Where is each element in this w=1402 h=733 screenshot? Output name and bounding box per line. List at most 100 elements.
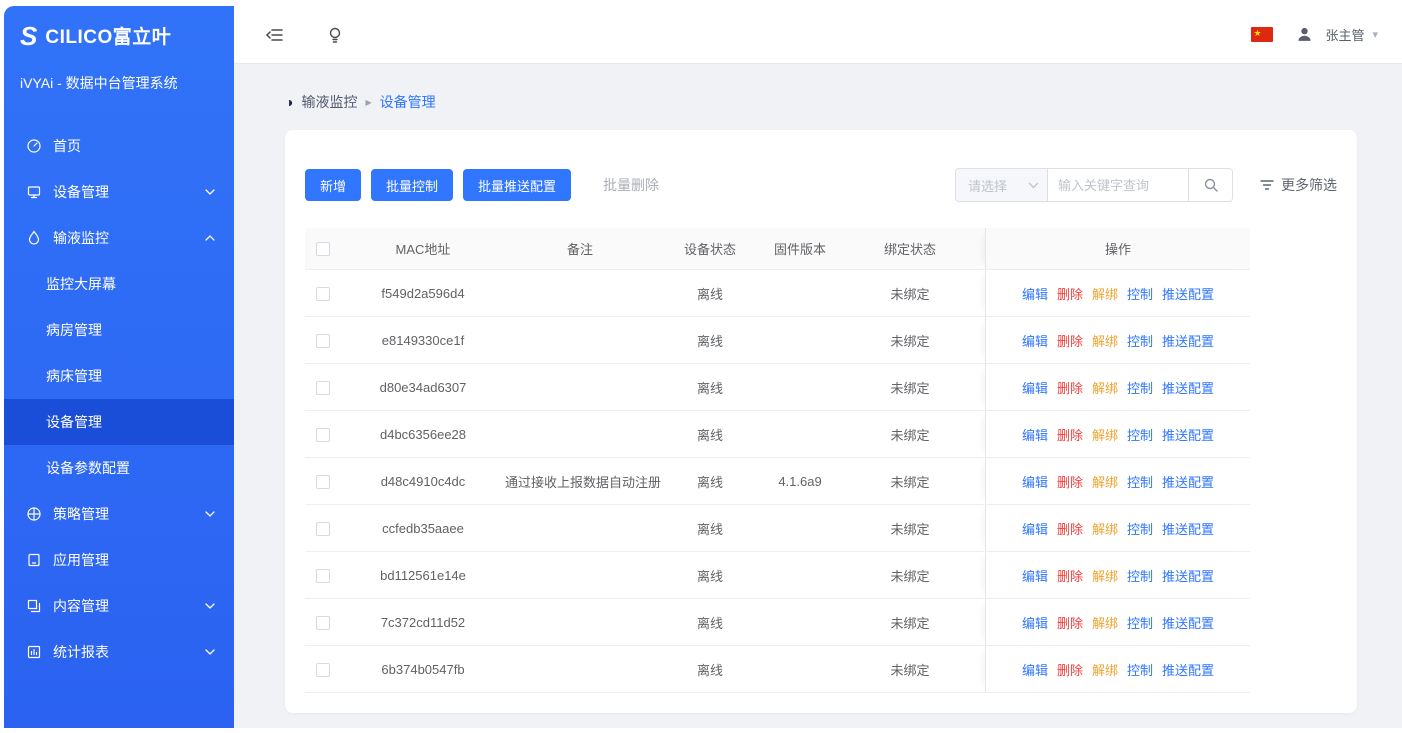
mac-cell: d4bc6356ee28 (341, 427, 505, 442)
collapse-sidebar-button[interactable] (262, 22, 288, 48)
push-config-link[interactable]: 推送配置 (1162, 566, 1214, 585)
edit-link[interactable]: 编辑 (1022, 284, 1048, 303)
sidebar-item-infusion-monitor[interactable]: 输液监控 (4, 215, 234, 261)
sidebar-item-content-management[interactable]: 内容管理 (4, 583, 234, 629)
row-actions: 编辑 删除 解绑 控制 推送配置 (985, 505, 1250, 551)
search-button[interactable] (1188, 169, 1232, 201)
push-config-link[interactable]: 推送配置 (1162, 613, 1214, 632)
bind-status-cell: 未绑定 (835, 566, 985, 585)
push-config-link[interactable]: 推送配置 (1162, 284, 1214, 303)
sidebar-subitem-device-param-config[interactable]: 设备参数配置 (4, 445, 234, 491)
delete-link[interactable]: 删除 (1057, 331, 1083, 350)
delete-link[interactable]: 删除 (1057, 425, 1083, 444)
control-link[interactable]: 控制 (1127, 472, 1153, 491)
col-header-operations: 操作 (985, 228, 1250, 269)
control-link[interactable]: 控制 (1127, 331, 1153, 350)
more-filters-label: 更多筛选 (1281, 175, 1337, 195)
delete-link[interactable]: 删除 (1057, 566, 1083, 585)
row-checkbox[interactable] (316, 381, 330, 395)
control-link[interactable]: 控制 (1127, 378, 1153, 397)
sidebar-item-label: 设备管理 (53, 182, 109, 202)
unbind-link[interactable]: 解绑 (1092, 519, 1118, 538)
push-config-link[interactable]: 推送配置 (1162, 425, 1214, 444)
filter-field-select[interactable]: 请选择 (956, 169, 1048, 201)
edit-link[interactable]: 编辑 (1022, 519, 1048, 538)
unbind-link[interactable]: 解绑 (1092, 331, 1118, 350)
mac-cell: d80e34ad6307 (341, 380, 505, 395)
sidebar-item-label: 病房管理 (46, 320, 102, 340)
edit-link[interactable]: 编辑 (1022, 331, 1048, 350)
keyword-search-input[interactable] (1048, 169, 1188, 201)
push-config-link[interactable]: 推送配置 (1162, 519, 1214, 538)
batch-control-button[interactable]: 批量控制 (371, 169, 453, 201)
unbind-link[interactable]: 解绑 (1092, 566, 1118, 585)
push-config-link[interactable]: 推送配置 (1162, 331, 1214, 350)
edit-link[interactable]: 编辑 (1022, 660, 1048, 679)
report-chart-icon (26, 644, 42, 660)
add-button[interactable]: 新增 (305, 169, 361, 201)
delete-link[interactable]: 删除 (1057, 284, 1083, 303)
row-checkbox[interactable] (316, 475, 330, 489)
unbind-link[interactable]: 解绑 (1092, 284, 1118, 303)
mac-cell: f549d2a596d4 (341, 286, 505, 301)
push-config-link[interactable]: 推送配置 (1162, 660, 1214, 679)
main-area: ★ 张主管 ▾ ◑ 输液监控 ▶ 设备管理 新增 批量控制 (234, 6, 1402, 728)
table-row: 7c372cd11d52 离线 未绑定 编辑 删除 解绑 控制 (305, 599, 1250, 646)
row-checkbox[interactable] (316, 616, 330, 630)
sidebar-subitem-ward-management[interactable]: 病房管理 (4, 307, 234, 353)
sidebar-item-label: 内容管理 (53, 596, 109, 616)
row-actions: 编辑 删除 解绑 控制 推送配置 (985, 317, 1250, 363)
push-config-link[interactable]: 推送配置 (1162, 378, 1214, 397)
control-link[interactable]: 控制 (1127, 425, 1153, 444)
unbind-link[interactable]: 解绑 (1092, 472, 1118, 491)
select-chevron-icon (1028, 182, 1039, 189)
delete-link[interactable]: 删除 (1057, 472, 1083, 491)
sidebar-subitem-device-management[interactable]: 设备管理 (4, 399, 234, 445)
control-link[interactable]: 控制 (1127, 660, 1153, 679)
control-link[interactable]: 控制 (1127, 613, 1153, 632)
sidebar-subitem-monitor-screen[interactable]: 监控大屏幕 (4, 261, 234, 307)
row-actions: 编辑 删除 解绑 控制 推送配置 (985, 646, 1250, 692)
delete-link[interactable]: 删除 (1057, 378, 1083, 397)
delete-link[interactable]: 删除 (1057, 660, 1083, 679)
sidebar-item-device-management[interactable]: 设备管理 (4, 169, 234, 215)
row-checkbox[interactable] (316, 569, 330, 583)
control-link[interactable]: 控制 (1127, 284, 1153, 303)
control-link[interactable]: 控制 (1127, 566, 1153, 585)
sidebar-item-app-management[interactable]: 应用管理 (4, 537, 234, 583)
edit-link[interactable]: 编辑 (1022, 425, 1048, 444)
breadcrumb-section[interactable]: 输液监控 (301, 92, 357, 112)
row-checkbox[interactable] (316, 287, 330, 301)
batch-delete-button[interactable]: 批量删除 (597, 169, 665, 201)
row-checkbox[interactable] (316, 663, 330, 677)
edit-link[interactable]: 编辑 (1022, 472, 1048, 491)
china-flag-icon[interactable]: ★ (1251, 27, 1273, 42)
sidebar-item-home[interactable]: 首页 (4, 123, 234, 169)
unbind-link[interactable]: 解绑 (1092, 378, 1118, 397)
unbind-link[interactable]: 解绑 (1092, 660, 1118, 679)
sidebar-subitem-bed-management[interactable]: 病床管理 (4, 353, 234, 399)
lightbulb-icon[interactable] (322, 22, 348, 48)
table-header-row: MAC地址 备注 设备状态 固件版本 绑定状态 操作 (305, 228, 1250, 270)
delete-link[interactable]: 删除 (1057, 613, 1083, 632)
sidebar-item-strategy-management[interactable]: 策略管理 (4, 491, 234, 537)
edit-link[interactable]: 编辑 (1022, 378, 1048, 397)
user-menu-caret-icon[interactable]: ▾ (1372, 28, 1378, 41)
delete-link[interactable]: 删除 (1057, 519, 1083, 538)
chevron-up-icon (204, 234, 216, 242)
row-checkbox[interactable] (316, 334, 330, 348)
edit-link[interactable]: 编辑 (1022, 613, 1048, 632)
row-checkbox[interactable] (316, 428, 330, 442)
select-all-checkbox[interactable] (316, 242, 330, 256)
sidebar-item-statistics-report[interactable]: 统计报表 (4, 629, 234, 675)
push-config-link[interactable]: 推送配置 (1162, 472, 1214, 491)
edit-link[interactable]: 编辑 (1022, 566, 1048, 585)
unbind-link[interactable]: 解绑 (1092, 613, 1118, 632)
batch-push-config-button[interactable]: 批量推送配置 (463, 169, 571, 201)
breadcrumb-current[interactable]: 设备管理 (380, 92, 436, 112)
more-filters-button[interactable]: 更多筛选 (1259, 175, 1337, 195)
unbind-link[interactable]: 解绑 (1092, 425, 1118, 444)
control-link[interactable]: 控制 (1127, 519, 1153, 538)
user-name[interactable]: 张主管 (1325, 25, 1364, 44)
row-checkbox[interactable] (316, 522, 330, 536)
